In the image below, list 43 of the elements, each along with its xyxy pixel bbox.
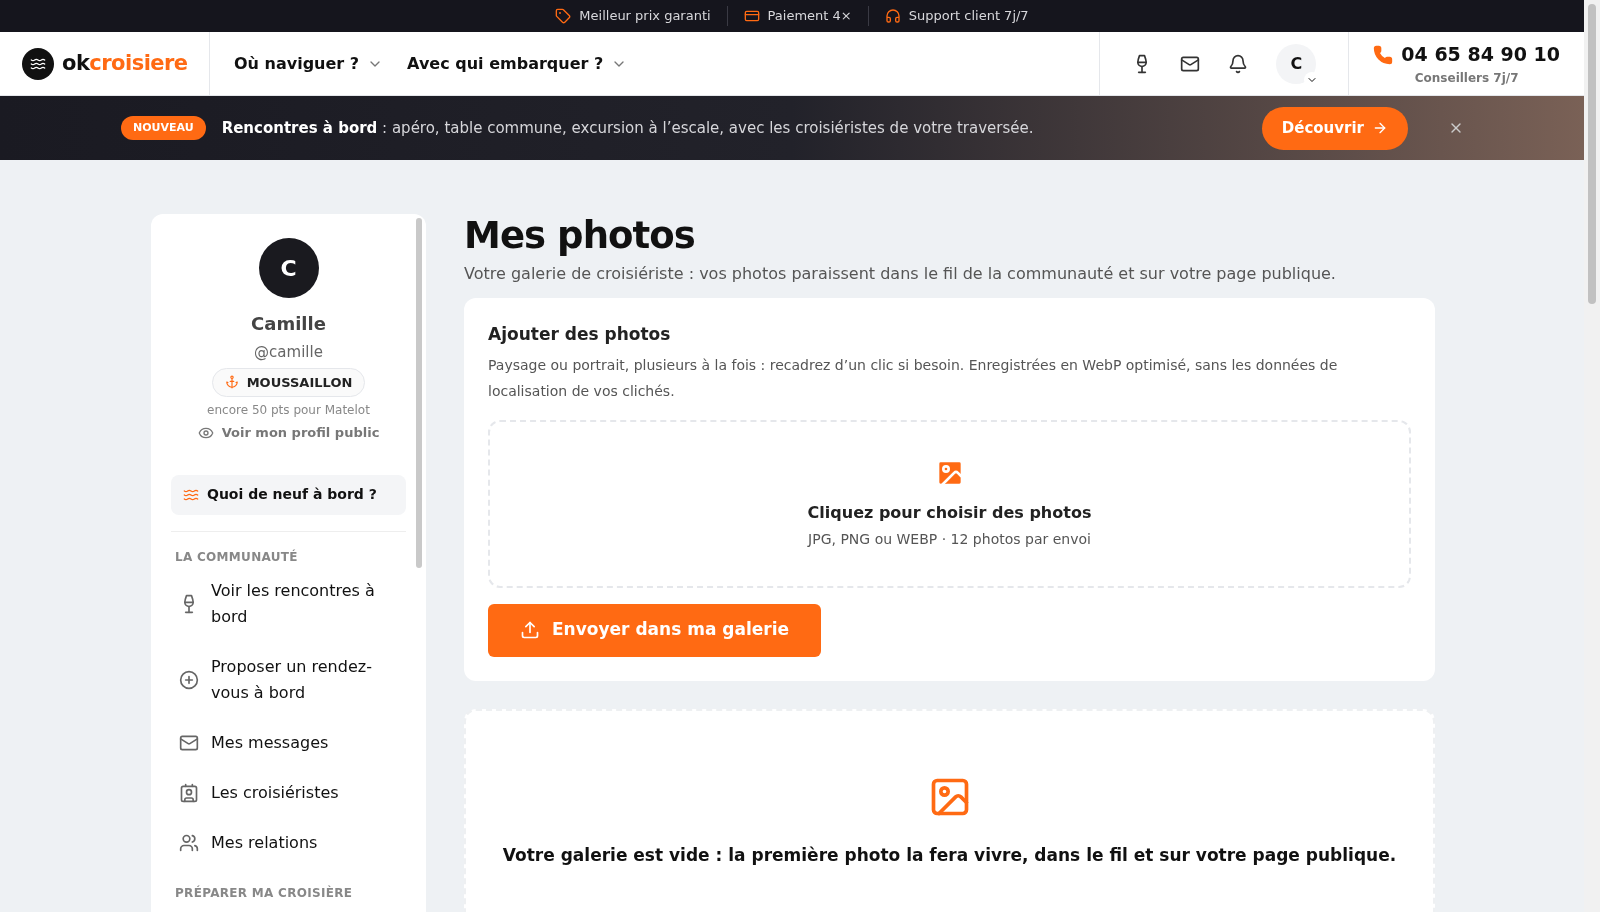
upload-icon xyxy=(520,620,540,640)
profile-name: Camille xyxy=(251,312,326,336)
profile-link[interactable]: Voir mon profil public xyxy=(197,423,380,443)
drop-title: Cliquez pour choisir des photos xyxy=(807,502,1092,524)
perk-text: Support client 7j/7 xyxy=(908,7,1029,26)
empty-message: Votre galerie est vide : la première photo la fera vivre, dans le fil et sur votre page publique. xyxy=(502,843,1397,867)
page-title: Mes photos xyxy=(464,214,696,258)
drop-hint: JPG, PNG ou WEBP · 12 photos par envoi xyxy=(808,530,1091,549)
nav-menu[interactable]: Avec qui embarquer ? xyxy=(407,51,628,76)
upload-description: Paysage ou portrait, plusieurs à la fois : recadrez d’un clic si besoin. Enregistrées en WebP optimisé, sans les données de localisation de vos clichés. xyxy=(488,355,1339,401)
bell-icon[interactable] xyxy=(1228,53,1249,74)
drop-zone[interactable]: Cliquez pour choisir des photos JPG, PNG ou WEBP · 12 photos par envoi xyxy=(488,419,1411,588)
upload-title: Ajouter des photos xyxy=(488,323,672,346)
sidebar-item[interactable]: Mes relations xyxy=(171,817,406,868)
profile-handle: @camille xyxy=(254,342,323,363)
sidebar-item[interactable]: Voir les rencontres à bord xyxy=(171,565,406,642)
perk-text: Paiement 4× xyxy=(767,7,852,26)
phone-number[interactable]: 04 65 84 90 10 xyxy=(1401,40,1560,69)
section-heading: PRÉPARER MA CROISIÈRE xyxy=(174,884,354,902)
avatar-button[interactable]: C xyxy=(1276,43,1317,84)
contact-card-icon xyxy=(179,782,199,803)
phone-note: Conseillers 7j/7 xyxy=(1414,69,1519,87)
logo-text[interactable]: okcroisiere xyxy=(62,47,188,80)
phone-icon xyxy=(1373,44,1394,65)
logo-icon[interactable] xyxy=(22,47,54,80)
perk-text: Meilleur prix garanti xyxy=(579,7,711,26)
new-badge: NOUVEAU xyxy=(121,115,206,141)
sidebar-item[interactable]: Proposer un rendez-vous à bord xyxy=(171,641,406,718)
headset-icon xyxy=(884,8,901,24)
section-heading: LA COMMUNAUTÉ xyxy=(174,548,299,566)
nav-menu[interactable]: Où naviguer ? xyxy=(234,51,384,76)
sidebar-item[interactable]: Les croisiéristes xyxy=(171,767,406,818)
plus-circle-icon xyxy=(179,669,199,690)
page-subtitle: Votre galerie de croisiériste : vos photos paraissent dans le fil de la communauté et sur votre page publique. xyxy=(464,263,1337,285)
banner-text: Rencontres à bord : apéro, table commune, excursion à l’escale, avec les croisiéristes de votre traversée. xyxy=(221,117,1035,139)
profile-avatar: C xyxy=(258,238,319,298)
arrow-icon xyxy=(1372,120,1388,136)
rank-badge: MOUSSAILLON xyxy=(211,367,366,397)
feed-button[interactable]: Quoi de neuf à bord ? xyxy=(171,474,406,515)
sidebar-item[interactable]: Mes messages xyxy=(171,717,406,768)
card-icon xyxy=(743,8,760,24)
tag-icon xyxy=(555,8,572,24)
people-icon xyxy=(179,832,199,853)
